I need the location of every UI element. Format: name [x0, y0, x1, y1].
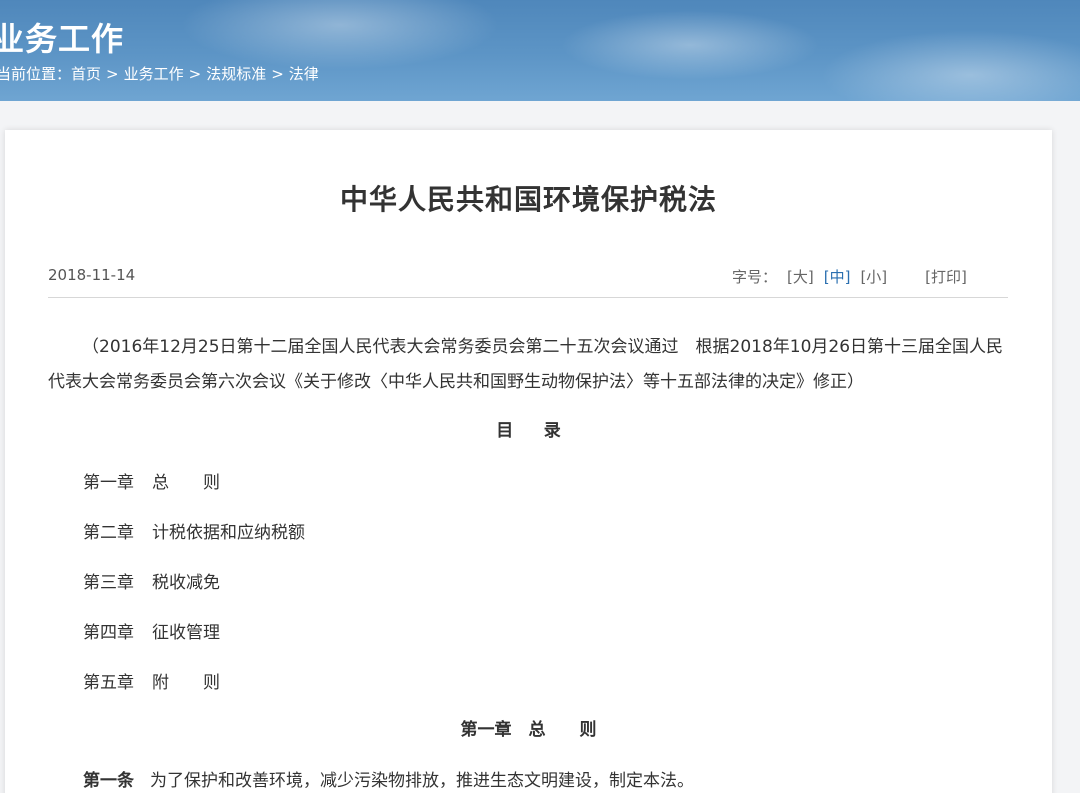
toc-chapter-name: 计税依据和应纳税额	[152, 523, 305, 543]
header-banner: 业务工作 当前位置：首页 > 业务工作 > 法规标准 > 法律	[0, 0, 1080, 101]
font-size-medium-button[interactable]: [中]	[824, 268, 851, 286]
article-clause: 第一条 为了保护和改善环境，减少污染物排放，推进生态文明建设，制定本法。	[83, 766, 694, 791]
banner-cloud-decoration	[560, 10, 820, 80]
section-title: 业务工作	[0, 20, 125, 58]
breadcrumb-law[interactable]: 法律	[289, 65, 319, 83]
article-card: 中华人民共和国环境保护税法 2018-11-14 字号： [大] [中] [小] [打印…	[5, 130, 1052, 793]
font-size-toolbar: 字号： [大] [中] [小] [打印]	[732, 266, 967, 287]
divider	[48, 297, 1008, 298]
toc-item: 第一章总 则	[83, 468, 220, 493]
font-size-large-button[interactable]: [大]	[787, 268, 814, 286]
clause-text: 为了保护和改善环境，减少污染物排放，推进生态文明建设，制定本法。	[150, 771, 694, 791]
toc-item: 第五章附 则	[83, 668, 220, 693]
font-size-small-button[interactable]: [小]	[860, 268, 887, 286]
breadcrumb-separator: >	[188, 65, 202, 83]
clause-number: 第一条	[83, 771, 134, 791]
toc-heading: 目录	[496, 421, 592, 441]
breadcrumb-regulations[interactable]: 法规标准	[206, 65, 266, 83]
toc-chapter-name: 征收管理	[152, 623, 220, 643]
toc-chapter-number: 第一章	[83, 473, 134, 493]
breadcrumb-separator: >	[106, 65, 119, 83]
banner-cloud-decoration	[180, 0, 500, 70]
toc-chapter-name: 总 则	[152, 473, 220, 493]
breadcrumb-prefix: 当前位置：	[0, 65, 72, 83]
breadcrumb: 当前位置：首页 > 业务工作 > 法规标准 > 法律	[0, 63, 319, 84]
print-button[interactable]: [打印]	[925, 268, 967, 286]
toc-chapter-number: 第四章	[83, 623, 134, 643]
toc-chapter-number: 第五章	[83, 673, 134, 693]
chapter-heading: 第一章 总 则	[460, 720, 597, 740]
font-size-label: 字号：	[732, 268, 778, 286]
article-title: 中华人民共和国环境保护税法	[339, 183, 717, 216]
toc-item: 第三章 税收减免	[83, 568, 220, 593]
toc-chapter-number: 第二章	[83, 523, 134, 543]
banner-cloud-decoration	[820, 30, 1080, 101]
toc-item: 第二章 计税依据和应纳税额	[83, 518, 305, 543]
toc-chapter-name: 税收减免	[152, 573, 220, 593]
publish-date: 2018-11-14	[48, 266, 136, 284]
toc-chapter-number: 第三章	[83, 573, 134, 593]
breadcrumb-separator: >	[271, 65, 284, 83]
breadcrumb-home[interactable]: 首页	[71, 65, 101, 83]
breadcrumb-business[interactable]: 业务工作	[124, 65, 184, 83]
toc-item: 第四章 征收管理	[83, 618, 220, 643]
toc-chapter-name: 附 则	[152, 673, 220, 693]
article-preamble: （2016年12月25日第十二届全国人民代表大会常务委员会第二十五次会议通过 根…	[48, 337, 1004, 392]
